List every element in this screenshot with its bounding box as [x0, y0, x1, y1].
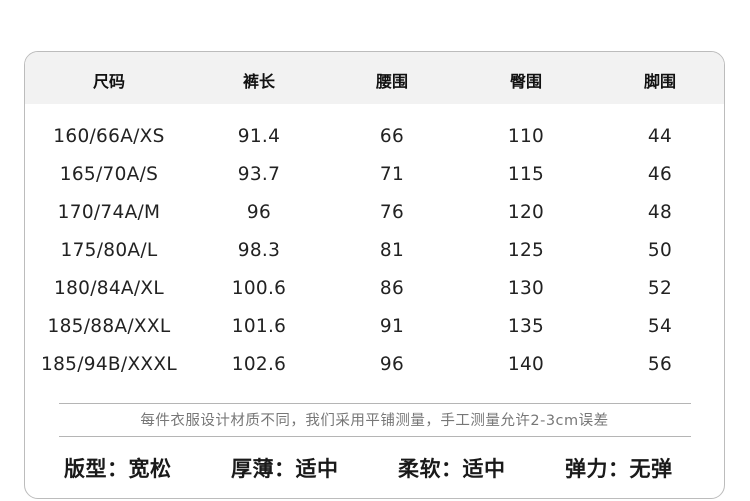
header-length: 裤长 — [242, 72, 276, 91]
cell-hip: 125 — [507, 240, 545, 261]
cell-hem: 50 — [647, 240, 673, 261]
attribute-label: 弹力 — [565, 457, 608, 481]
cell-length: 96 — [246, 202, 272, 223]
cell-length: 100.6 — [231, 278, 287, 299]
cell-size: 160/66A/XS — [53, 126, 165, 147]
cell-length: 102.6 — [231, 354, 287, 375]
attribute-value: 无弹 — [629, 457, 673, 481]
attribute-softness: 柔软：适中 — [398, 457, 506, 481]
cell-waist: 96 — [379, 354, 405, 375]
cell-hip: 135 — [507, 316, 545, 337]
cell-length: 101.6 — [231, 316, 287, 337]
cell-size: 185/88A/XXL — [47, 316, 171, 337]
divider-bottom — [59, 436, 691, 437]
header-size: 尺码 — [92, 72, 126, 91]
cell-size: 165/70A/S — [59, 164, 159, 185]
attribute-value: 宽松 — [128, 457, 172, 481]
cell-length: 98.3 — [237, 240, 281, 261]
cell-hem: 52 — [647, 278, 673, 299]
attribute-value: 适中 — [462, 457, 506, 481]
cell-hem: 54 — [647, 316, 673, 337]
cell-length: 93.7 — [237, 164, 281, 185]
cell-hem: 56 — [647, 354, 673, 375]
cell-waist: 81 — [379, 240, 405, 261]
header-hip: 臀围 — [509, 72, 543, 91]
size-chart-card: 尺码 裤长 腰围 臀围 脚围 160/66A/XS 91.4 66 110 44… — [24, 51, 725, 499]
cell-hip: 115 — [507, 164, 545, 185]
table-header: 尺码 裤长 腰围 臀围 脚围 — [25, 52, 724, 104]
attribute-label: 厚薄 — [231, 457, 274, 481]
cell-hem: 44 — [647, 126, 673, 147]
cell-size: 185/94B/XXXL — [41, 354, 177, 375]
cell-hem: 46 — [647, 164, 673, 185]
cell-waist: 71 — [379, 164, 405, 185]
attribute-value: 适中 — [295, 457, 339, 481]
cell-hem: 48 — [647, 202, 673, 223]
cell-waist: 66 — [379, 126, 405, 147]
attribute-thickness: 厚薄：适中 — [231, 457, 339, 481]
cell-size: 175/80A/L — [60, 240, 158, 261]
cell-waist: 86 — [379, 278, 405, 299]
cell-hip: 120 — [507, 202, 545, 223]
cell-hip: 140 — [507, 354, 545, 375]
cell-waist: 91 — [379, 316, 405, 337]
cell-waist: 76 — [379, 202, 405, 223]
attribute-label: 柔软 — [398, 457, 441, 481]
attribute-elasticity: 弹力：无弹 — [565, 457, 673, 481]
attribute-fit: 版型：宽松 — [64, 457, 172, 481]
attribute-label: 版型 — [64, 457, 107, 481]
cell-length: 91.4 — [237, 126, 281, 147]
cell-size: 180/84A/XL — [54, 278, 164, 299]
header-hem: 脚围 — [643, 72, 677, 91]
divider-top — [59, 403, 691, 404]
cell-hip: 130 — [507, 278, 545, 299]
header-waist: 腰围 — [375, 72, 409, 91]
measurement-note: 每件衣服设计材质不同，我们采用平铺测量，手工测量允许2-3cm误差 — [140, 413, 609, 429]
cell-hip: 110 — [507, 126, 545, 147]
cell-size: 170/74A/M — [57, 202, 161, 223]
